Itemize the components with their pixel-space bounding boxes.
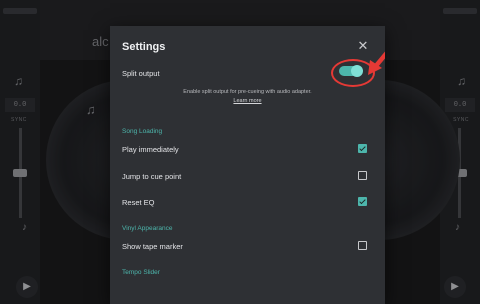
show-tape-marker-checkbox[interactable]	[358, 241, 367, 250]
red-arrow-annotation-icon	[368, 51, 385, 75]
play-immediately-checkbox[interactable]	[358, 144, 367, 153]
reset-eq-label: Reset EQ	[122, 198, 155, 207]
description-text: Enable split output for pre-cueing with …	[183, 89, 312, 95]
reset-eq-checkbox[interactable]	[358, 197, 367, 206]
learn-more-link[interactable]: Learn more	[110, 97, 385, 106]
settings-dialog: Settings ✕ Split output Enable split out…	[110, 26, 385, 304]
split-output-label: Split output	[122, 69, 160, 78]
jump-to-cue-label: Jump to cue point	[122, 172, 182, 181]
jump-to-cue-checkbox[interactable]	[358, 171, 367, 180]
section-vinyl-appearance: Vinyl Appearance	[122, 225, 173, 232]
show-tape-marker-label: Show tape marker	[122, 242, 183, 251]
play-immediately-label: Play immediately	[122, 145, 179, 154]
section-tempo-slider: Tempo Slider	[122, 269, 160, 276]
dialog-title: Settings	[122, 41, 166, 53]
section-song-loading: Song Loading	[122, 128, 163, 135]
split-output-description: Enable split output for pre-cueing with …	[110, 88, 385, 106]
